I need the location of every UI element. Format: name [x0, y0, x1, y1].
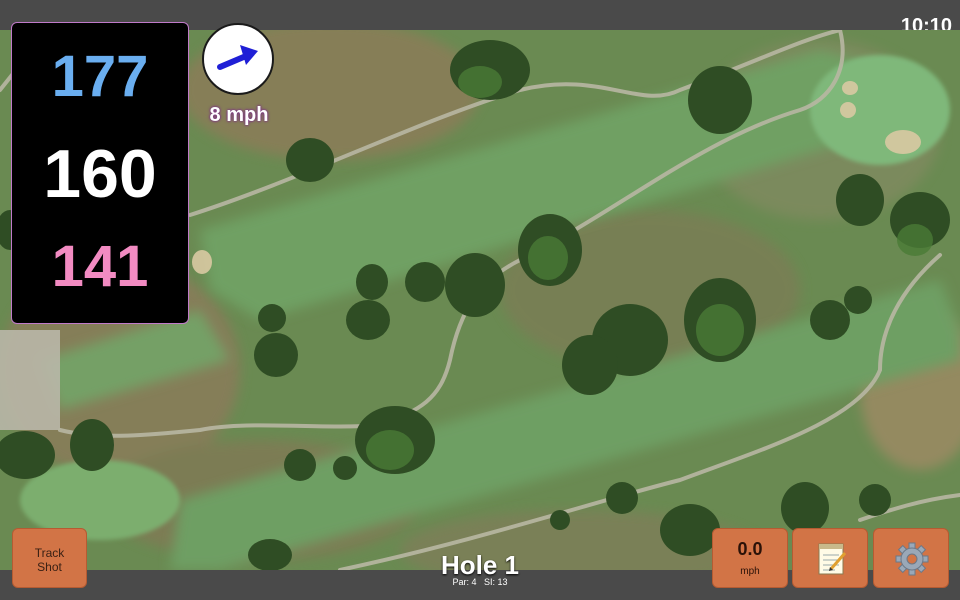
notepad-icon: [818, 543, 847, 575]
yardage-panel: 177 160 141: [11, 22, 189, 324]
center-yardage: 160: [43, 136, 157, 212]
track-shot-label-line1: Track: [34, 546, 65, 560]
track-shot-button[interactable]: Track Shot: [12, 528, 87, 588]
wind-direction-arrow-icon: [217, 45, 258, 70]
back-yardage: 177: [51, 44, 149, 109]
hole-info: Par: 4 SI: 13: [380, 577, 580, 587]
speed-unit: mph: [740, 566, 760, 577]
gear-icon: [895, 542, 929, 576]
hole-stroke-index: SI: 13: [484, 577, 508, 587]
wind-speed-label: 8 mph: [209, 104, 269, 126]
speed-value: 0.0: [737, 539, 763, 559]
notes-button[interactable]: [792, 528, 868, 588]
track-shot-label-line2: Shot: [37, 560, 62, 574]
front-yardage: 141: [51, 234, 149, 299]
track-shot-label: Track Shot: [13, 546, 86, 574]
settings-button[interactable]: [873, 528, 949, 588]
wind-indicator[interactable]: [202, 23, 274, 95]
hole-par: Par: 4: [452, 577, 477, 587]
speed-button[interactable]: 0.0 mph: [712, 528, 788, 588]
